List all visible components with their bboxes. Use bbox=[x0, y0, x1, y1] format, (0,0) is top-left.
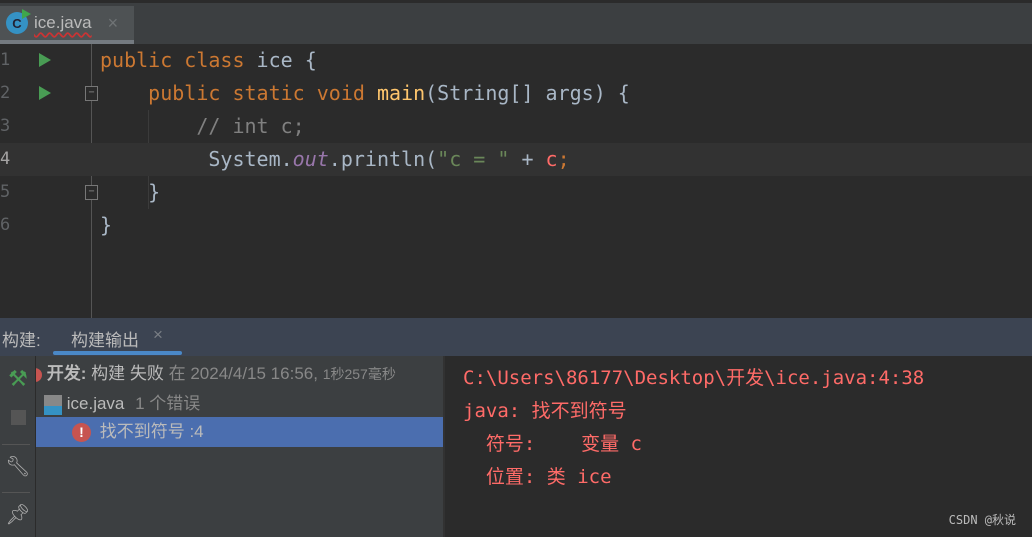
root-time: 在 2024/4/15 16:56, bbox=[168, 364, 318, 383]
build-panel-label: 构建: bbox=[2, 331, 41, 350]
output-line: 符号: 变量 c bbox=[463, 433, 642, 455]
build-panel-header: 构建: 构建输出 × bbox=[0, 318, 1032, 356]
tree-error-node[interactable]: ! 找不到符号 :4 bbox=[36, 417, 443, 447]
code-editor[interactable]: 1 public class ice { 2 − public static void… bbox=[0, 44, 1032, 318]
build-output-console[interactable]: C:\Users\86177\Desktop\开发\ice.java:4:38 … bbox=[443, 356, 1032, 537]
code-token: main bbox=[376, 81, 426, 105]
code-token: } bbox=[100, 180, 161, 204]
fold-icon[interactable]: − bbox=[85, 185, 98, 200]
line-number: 4 bbox=[0, 149, 11, 169]
error-count: 1 个错误 bbox=[135, 394, 201, 413]
stop-icon[interactable] bbox=[0, 410, 36, 430]
code-token: ; bbox=[557, 147, 570, 171]
tab-filename: ice.java bbox=[34, 13, 92, 32]
run-icon[interactable] bbox=[39, 86, 51, 100]
build-tree: 开发: 构建 失败 在 2024/4/15 16:56, 1秒257毫秒 ice… bbox=[36, 356, 443, 537]
wrench-icon[interactable]: 🔧︎ bbox=[0, 454, 36, 479]
error-icon bbox=[36, 367, 42, 382]
line-number: 1 bbox=[0, 50, 11, 70]
hammer-build-icon[interactable]: ⚒ bbox=[0, 366, 36, 392]
code-token: public class bbox=[100, 48, 257, 72]
tab-build-output[interactable]: 构建输出 bbox=[71, 326, 139, 351]
editor-tab-bar: C ice.java × bbox=[0, 0, 1032, 44]
code-token: // int c; bbox=[100, 114, 305, 138]
code-line[interactable]: 3 // int c; bbox=[0, 110, 1032, 143]
root-project: 开发: bbox=[46, 364, 87, 383]
run-icon[interactable] bbox=[39, 53, 51, 67]
code-token: (String[] args) { bbox=[425, 81, 630, 105]
java-class-icon: C bbox=[6, 9, 31, 34]
build-toolbar: ⚒ 🔧︎ 📌︎ bbox=[0, 356, 36, 537]
line-number: 6 bbox=[0, 215, 11, 235]
root-status: 构建 失败 bbox=[91, 364, 164, 383]
code-token: c bbox=[545, 147, 558, 171]
code-token: System. bbox=[100, 147, 293, 171]
watermark: CSDN @秋说 bbox=[948, 513, 1016, 527]
code-line[interactable]: 2 − public static void main(String[] args… bbox=[0, 77, 1032, 110]
code-text: } bbox=[100, 176, 160, 209]
code-text: public class ice { bbox=[100, 44, 317, 77]
code-text: public static void main(String[] args) { bbox=[100, 77, 630, 110]
output-line: C:\Users\86177\Desktop\开发\ice.java:4:38 bbox=[463, 367, 925, 389]
file-name: ice.java bbox=[66, 394, 125, 413]
fold-icon[interactable]: − bbox=[85, 86, 98, 101]
line-number: 2 bbox=[0, 83, 11, 103]
output-line: java: 找不到符号 bbox=[463, 400, 627, 422]
tree-file-node[interactable]: ice.java 1 个错误 bbox=[36, 389, 443, 419]
code-text: } bbox=[100, 209, 112, 242]
tab-ice-java[interactable]: C ice.java × bbox=[0, 6, 134, 44]
code-token: ice { bbox=[256, 48, 317, 72]
tree-root-build[interactable]: 开发: 构建 失败 在 2024/4/15 16:56, 1秒257毫秒 bbox=[36, 359, 443, 389]
code-line[interactable]: 4 System.out.println("c = " + c; bbox=[0, 143, 1032, 176]
line-number: 3 bbox=[0, 116, 11, 136]
close-tab-icon[interactable]: × bbox=[108, 13, 119, 34]
code-token: out bbox=[292, 147, 329, 171]
line-number: 5 bbox=[0, 182, 11, 202]
code-token: .println( bbox=[328, 147, 438, 171]
code-line[interactable]: 5 − } bbox=[0, 176, 1032, 209]
code-line[interactable]: 1 public class ice { bbox=[0, 44, 1032, 77]
code-text: System.out.println("c = " + c; bbox=[100, 143, 570, 176]
code-line[interactable]: 6} bbox=[0, 209, 1032, 242]
java-file-icon bbox=[44, 394, 62, 415]
code-text: // int c; bbox=[100, 110, 305, 143]
close-tab-icon[interactable]: × bbox=[153, 325, 163, 345]
error-icon: ! bbox=[72, 423, 91, 443]
pin-icon[interactable]: 📌︎ bbox=[0, 502, 36, 527]
active-tab-indicator bbox=[53, 351, 182, 355]
root-duration: 1秒257毫秒 bbox=[322, 366, 396, 382]
code-token: + bbox=[509, 147, 546, 171]
error-message: 找不到符号 :4 bbox=[99, 422, 204, 441]
code-token: public static void bbox=[100, 81, 377, 105]
code-token: "c = " bbox=[437, 147, 510, 171]
output-line: 位置: 类 ice bbox=[463, 466, 612, 488]
code-token: } bbox=[100, 213, 113, 237]
